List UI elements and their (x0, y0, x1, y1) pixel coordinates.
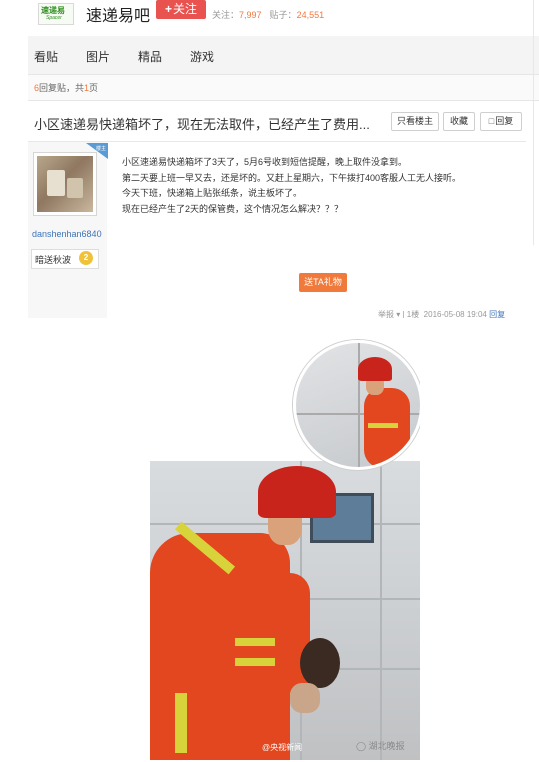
image-watermark-right: ◯ 湖北晚报 (356, 739, 405, 752)
post-content: 小区速递易快递箱坏了3天了，5月6号收到短信提醒，晚上取件没拿到。 第二天要上班… (122, 155, 502, 217)
follow-label: 关注 (173, 2, 198, 16)
post-line: 今天下班，快递箱上贴张纸条，说主板坏了。 (122, 188, 303, 198)
tab-featured[interactable]: 精品 (138, 48, 162, 65)
reply-summary: 6回复贴，共1页 (34, 81, 98, 94)
follow-button[interactable]: +关注 (156, 0, 206, 19)
avatar[interactable] (37, 156, 93, 212)
post-line: 第二天要上班一早又去，还是坏的。又赶上星期六，下午拨打400客服人工无人接听。 (122, 172, 462, 183)
badge-label: 暗送秋波 (35, 255, 72, 265)
tab-pictures[interactable]: 图片 (86, 48, 110, 65)
forum-name[interactable]: 速递易吧 (86, 2, 150, 26)
tab-posts[interactable]: 看贴 (34, 48, 58, 65)
reply-label: 回复 (495, 116, 514, 126)
wechat-icon: ◯ (356, 741, 367, 751)
author-tag-icon: 楼主 (86, 143, 108, 159)
footer-reply-link[interactable]: 回复 (489, 310, 505, 318)
plus-icon: + (164, 2, 172, 16)
avatar-frame[interactable] (33, 152, 97, 216)
inset-image (293, 340, 420, 470)
forum-header: 速递易 Spacer 速递易吧 +关注 关注：7,997 贴子：24,551 (0, 0, 539, 36)
page-divider (533, 0, 534, 245)
level-icon: 2 (79, 251, 93, 265)
page-suffix: 页 (89, 83, 99, 93)
collect-button[interactable]: 收藏 (443, 112, 475, 131)
reply-suffix: 回复贴，共 (39, 83, 85, 93)
reply-icon: □ (488, 116, 495, 126)
post-time: 2016-05-08 19:04 (423, 310, 487, 318)
post-footer: 举报 ▾ | 1楼 2016-05-08 19:04 回复 (378, 310, 506, 318)
post-line: 小区速递易快递箱坏了3天了，5月6号收到短信提醒，晚上取件没拿到。 (122, 157, 408, 167)
only-author-label: 只看楼主 (396, 116, 433, 126)
collect-label: 收藏 (449, 116, 468, 126)
post-image[interactable]: @央视新闻 ◯ 湖北晚报 (150, 338, 420, 760)
post-line: 现在已经产生了2天的保管费，这个情况怎么解决？？？ (122, 203, 344, 214)
watermark-right-text: 湖北晚报 (368, 741, 405, 751)
author-username[interactable]: danshenhan6840 (32, 229, 102, 239)
user-level-badge[interactable]: 暗送秋波 2 (31, 249, 99, 269)
floor-number: 1楼 (406, 310, 420, 318)
send-gift-button[interactable]: 送TA礼物 (299, 273, 347, 292)
logo-subtext: Spacer (46, 15, 62, 21)
follow-count-label: 关注： (212, 10, 240, 20)
forum-stats: 关注：7,997 贴子：24,551 (212, 8, 324, 21)
follow-count: 7,997 (239, 10, 262, 20)
thread-title: 小区速递易快递箱坏了，现在无法取件，已经产生了费用... (34, 117, 370, 132)
posts-count: 24,551 (296, 10, 325, 20)
forum-logo[interactable]: 速递易 Spacer (38, 3, 74, 25)
posts-count-label: 贴子： (269, 10, 297, 20)
reply-button[interactable]: □回复 (480, 112, 522, 131)
author-panel: danshenhan6840 暗送秋波 2 (28, 142, 107, 318)
report-link[interactable]: 举报 (378, 310, 394, 318)
thread-title-bar: 小区速递易快递箱坏了，现在无法取件，已经产生了费用... 只看楼主 收藏 □回复 (28, 101, 526, 142)
forum-nav: 看贴 图片 精品 游戏 (28, 36, 539, 75)
author-tag: 楼主 (96, 145, 106, 152)
image-watermark-left: @央视新闻 (262, 743, 303, 752)
thread-page-info: 6回复贴，共1页 (28, 75, 539, 101)
only-author-button[interactable]: 只看楼主 (391, 112, 439, 131)
tab-games[interactable]: 游戏 (190, 48, 214, 65)
